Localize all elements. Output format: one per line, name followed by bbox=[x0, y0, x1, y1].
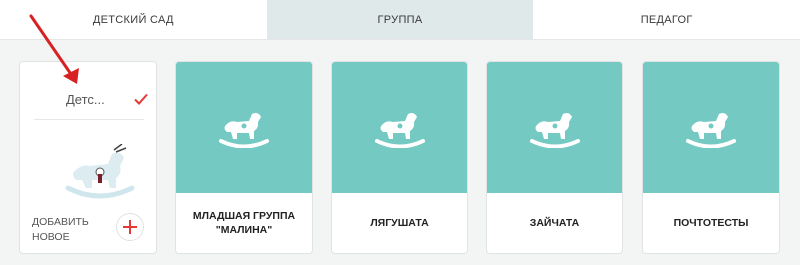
plus-icon bbox=[123, 220, 137, 234]
group-image bbox=[487, 62, 622, 193]
tab-teacher[interactable]: ПЕДАГОГ bbox=[533, 0, 800, 39]
add-new-label: ДОБАВИТЬ НОВОЕ bbox=[32, 216, 89, 243]
group-image bbox=[176, 62, 312, 193]
check-icon bbox=[134, 93, 148, 105]
tab-label: ДЕТСКИЙ САД bbox=[92, 13, 174, 26]
group-image bbox=[332, 62, 467, 193]
group-name: ПОЧТОТЕСТЫ bbox=[673, 217, 749, 229]
group-card[interactable]: ПОЧТОТЕСТЫ bbox=[642, 61, 780, 254]
selected-name: Детс... bbox=[66, 92, 105, 107]
group-name: МЛАДШАЯ ГРУППА "МАЛИНА" bbox=[192, 210, 296, 236]
rocking-horse-icon bbox=[65, 144, 135, 199]
annotation-arrow-icon bbox=[29, 14, 79, 84]
divider bbox=[34, 119, 144, 120]
rocking-horse-icon bbox=[219, 113, 269, 148]
group-image bbox=[643, 62, 779, 193]
rocking-horse-icon bbox=[374, 113, 425, 148]
tab-group[interactable]: ГРУППА bbox=[266, 0, 534, 39]
group-card[interactable]: ЗАЙЧАТА bbox=[486, 61, 623, 254]
tab-bar: ДЕТСКИЙ САД ГРУППА ПЕДАГОГ bbox=[0, 0, 800, 40]
tab-label: ГРУППА bbox=[377, 13, 423, 26]
tab-label: ПЕДАГОГ bbox=[640, 13, 693, 26]
group-card[interactable]: ЛЯГУШАТА bbox=[331, 61, 468, 254]
group-card[interactable]: МЛАДШАЯ ГРУППА "МАЛИНА" bbox=[175, 61, 313, 254]
rocking-horse-icon bbox=[529, 113, 580, 148]
rocking-horse-icon bbox=[686, 113, 736, 148]
group-name: ЛЯГУШАТА bbox=[370, 217, 429, 229]
add-button[interactable] bbox=[116, 213, 144, 241]
group-name: ЗАЙЧАТА bbox=[529, 217, 580, 229]
